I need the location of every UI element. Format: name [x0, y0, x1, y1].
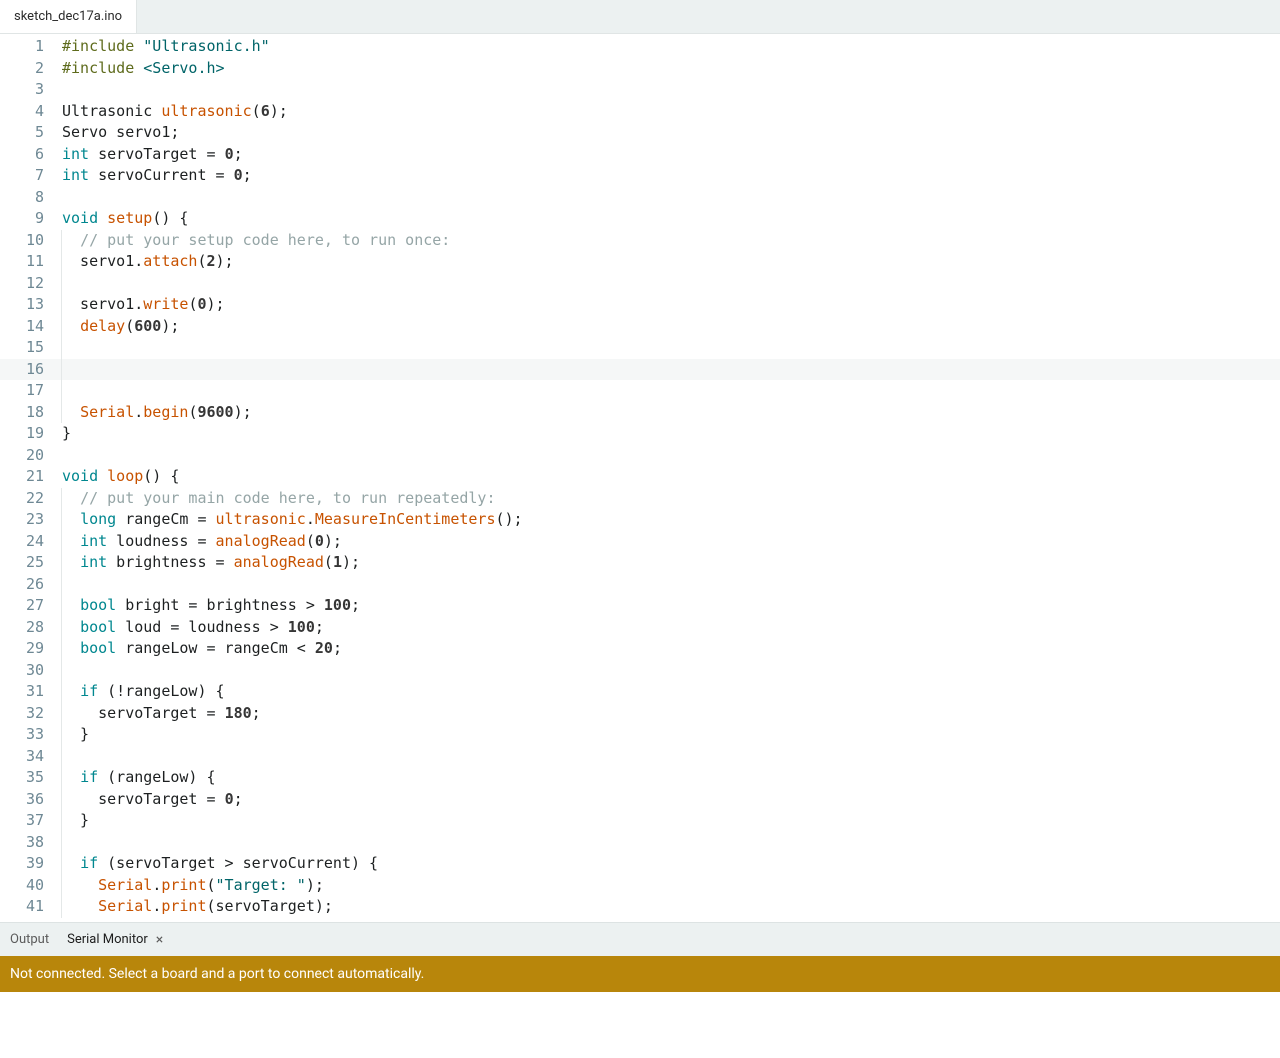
line-number: 18 — [0, 402, 44, 424]
close-icon[interactable]: × — [154, 932, 165, 948]
code-line[interactable]: long rangeCm = ultrasonic.MeasureInCenti… — [62, 509, 1280, 531]
line-number: 5 — [0, 122, 44, 144]
bottom-panel: Output Serial Monitor × Not connected. S… — [0, 922, 1280, 1058]
line-number: 24 — [0, 531, 44, 553]
code-line[interactable] — [62, 660, 1280, 682]
code-line[interactable] — [62, 746, 1280, 768]
line-number: 16 — [0, 359, 44, 381]
line-number: 40 — [0, 875, 44, 897]
code-line[interactable]: #include <Servo.h> — [62, 58, 1280, 80]
code-line[interactable] — [62, 79, 1280, 101]
line-number: 29 — [0, 638, 44, 660]
file-tab-label: sketch_dec17a.ino — [14, 9, 122, 24]
file-tab-bar: sketch_dec17a.ino — [0, 0, 1280, 34]
line-number: 34 — [0, 746, 44, 768]
code-line[interactable]: bool rangeLow = rangeCm < 20; — [62, 638, 1280, 660]
line-number: 17 — [0, 380, 44, 402]
code-line[interactable]: if (rangeLow) { — [62, 767, 1280, 789]
line-number: 10 — [0, 230, 44, 252]
line-number: 38 — [0, 832, 44, 854]
code-line[interactable]: Ultrasonic ultrasonic(6); — [62, 101, 1280, 123]
code-line[interactable]: int loudness = analogRead(0); — [62, 531, 1280, 553]
line-number: 11 — [0, 251, 44, 273]
line-number: 7 — [0, 165, 44, 187]
line-number: 21 — [0, 466, 44, 488]
line-number: 31 — [0, 681, 44, 703]
line-number: 2 — [0, 58, 44, 80]
code-line[interactable]: #include "Ultrasonic.h" — [62, 36, 1280, 58]
code-editor[interactable]: 1234567891011121314151617181920212223242… — [0, 34, 1280, 922]
line-number: 26 — [0, 574, 44, 596]
line-number: 9 — [0, 208, 44, 230]
code-line[interactable]: bool bright = brightness > 100; — [62, 595, 1280, 617]
line-number: 3 — [0, 79, 44, 101]
panel-tab-bar: Output Serial Monitor × — [0, 922, 1280, 956]
code-line[interactable]: } — [62, 810, 1280, 832]
line-number: 41 — [0, 896, 44, 918]
code-line[interactable]: servo1.write(0); — [62, 294, 1280, 316]
code-line[interactable]: // put your main code here, to run repea… — [62, 488, 1280, 510]
code-line[interactable] — [62, 273, 1280, 295]
tab-output[interactable]: Output — [10, 932, 49, 947]
code-line[interactable]: Serial.begin(9600); — [62, 402, 1280, 424]
line-number: 28 — [0, 617, 44, 639]
line-number: 37 — [0, 810, 44, 832]
code-line[interactable] — [62, 337, 1280, 359]
code-line[interactable]: } — [62, 724, 1280, 746]
serial-status-message: Not connected. Select a board and a port… — [0, 956, 1280, 992]
code-line[interactable]: // put your setup code here, to run once… — [62, 230, 1280, 252]
line-number: 4 — [0, 101, 44, 123]
code-line[interactable]: delay(600); — [62, 316, 1280, 338]
code-line[interactable] — [62, 445, 1280, 467]
code-line[interactable]: } — [62, 423, 1280, 445]
line-number: 6 — [0, 144, 44, 166]
code-line[interactable]: Servo servo1; — [62, 122, 1280, 144]
code-line[interactable] — [62, 380, 1280, 402]
code-line[interactable] — [62, 359, 1280, 381]
line-number: 12 — [0, 273, 44, 295]
tab-serial-label: Serial Monitor — [67, 932, 148, 947]
code-line[interactable] — [62, 832, 1280, 854]
line-number: 39 — [0, 853, 44, 875]
line-number: 19 — [0, 423, 44, 445]
code-line[interactable]: if (servoTarget > servoCurrent) { — [62, 853, 1280, 875]
line-number: 1 — [0, 36, 44, 58]
code-line[interactable]: Serial.print(servoTarget); — [62, 896, 1280, 918]
line-number: 22 — [0, 488, 44, 510]
line-number: 15 — [0, 337, 44, 359]
file-tab[interactable]: sketch_dec17a.ino — [0, 0, 137, 33]
line-number: 23 — [0, 509, 44, 531]
code-line[interactable]: void loop() { — [62, 466, 1280, 488]
code-line[interactable]: servoTarget = 180; — [62, 703, 1280, 725]
line-number: 30 — [0, 660, 44, 682]
code-line[interactable]: if (!rangeLow) { — [62, 681, 1280, 703]
line-number: 32 — [0, 703, 44, 725]
code-line[interactable]: Serial.print("Target: "); — [62, 875, 1280, 897]
line-number: 36 — [0, 789, 44, 811]
code-area[interactable]: #include "Ultrasonic.h"#include <Servo.h… — [62, 34, 1280, 922]
code-line[interactable]: bool loud = loudness > 100; — [62, 617, 1280, 639]
line-number: 35 — [0, 767, 44, 789]
code-line[interactable]: void setup() { — [62, 208, 1280, 230]
code-line[interactable]: int servoCurrent = 0; — [62, 165, 1280, 187]
line-number-gutter: 1234567891011121314151617181920212223242… — [0, 34, 62, 922]
line-number: 14 — [0, 316, 44, 338]
tab-output-label: Output — [10, 932, 49, 947]
code-line[interactable]: int servoTarget = 0; — [62, 144, 1280, 166]
line-number: 8 — [0, 187, 44, 209]
code-line[interactable] — [62, 574, 1280, 596]
line-number: 25 — [0, 552, 44, 574]
code-line[interactable] — [62, 187, 1280, 209]
code-line[interactable]: servo1.attach(2); — [62, 251, 1280, 273]
tab-serial-monitor[interactable]: Serial Monitor × — [67, 932, 165, 948]
line-number: 33 — [0, 724, 44, 746]
serial-output-area[interactable] — [0, 992, 1280, 1058]
line-number: 20 — [0, 445, 44, 467]
line-number: 27 — [0, 595, 44, 617]
code-line[interactable]: int brightness = analogRead(1); — [62, 552, 1280, 574]
serial-status-text: Not connected. Select a board and a port… — [10, 966, 424, 982]
code-line[interactable]: servoTarget = 0; — [62, 789, 1280, 811]
line-number: 13 — [0, 294, 44, 316]
